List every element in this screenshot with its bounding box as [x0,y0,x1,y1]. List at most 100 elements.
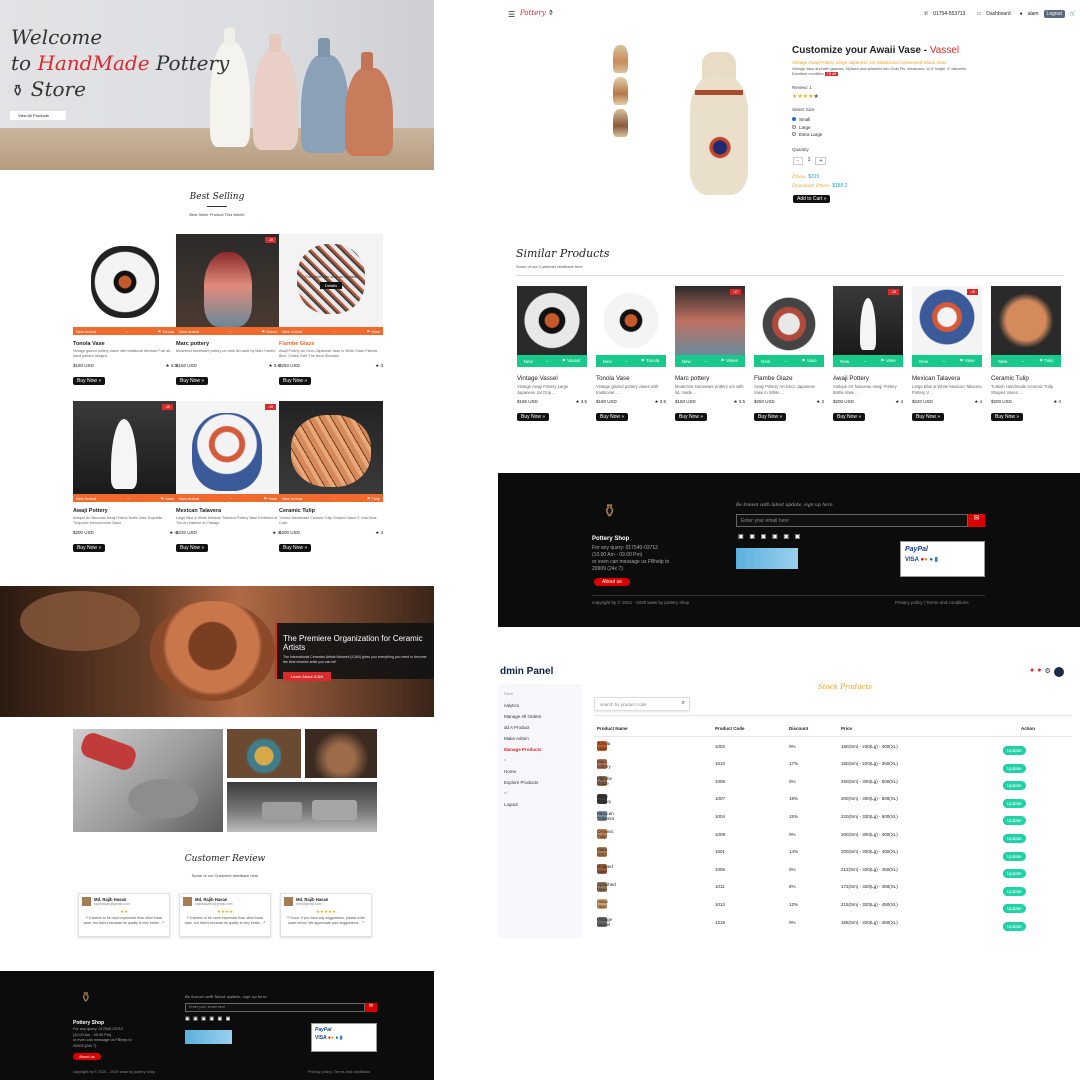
send-mail-icon[interactable]: ✉ [968,514,985,527]
buy-now-button[interactable]: Buy Now » [279,544,312,552]
update-button[interactable]: Update [1003,798,1026,808]
details-button[interactable]: Details [319,282,343,289]
update-button[interactable]: Update [1003,886,1026,896]
sidebar-item[interactable]: Manage Products [504,744,582,755]
avatar[interactable] [1053,667,1064,677]
buy-now-button[interactable]: Buy Now » [279,377,312,385]
product-name[interactable]: Tonola Vase [596,375,666,382]
product-image[interactable]: -18 [833,286,903,355]
about-us-button[interactable]: About us [594,578,630,586]
product-image[interactable]: -15 [73,401,177,494]
sidebar-item[interactable]: Home [504,766,582,777]
category-tag[interactable]: ⚑ Vases [721,358,738,364]
decrease-button[interactable]: - [793,157,803,165]
product-card[interactable]: -15 New Arrival − ⚑ Vase Mexican Talavera Lar… [176,401,280,554]
size-option[interactable]: Small [792,116,822,124]
thumbnail-2[interactable] [613,77,628,105]
product-card[interactable]: For more info click on Details Details New… [279,234,383,387]
update-button[interactable]: Update [1003,746,1026,755]
product-name[interactable]: Tonola Vase [73,341,177,347]
product-name[interactable]: Mexican Talavera [176,508,280,514]
product-card[interactable]: New Arrival − ⚑ Tonola Tonola Vase Vintage g… [73,234,177,387]
cart-icon[interactable]: 🛒 [1070,11,1076,17]
social-icons[interactable]: ▣ ▣ ▣ ▣ ▣ ▣ [185,1016,231,1022]
category-tag[interactable]: ⚑ Vases [261,329,277,334]
category-tag[interactable]: ⚑ Vase [263,496,277,501]
category-tag[interactable]: ⚑ Tulip [367,496,380,501]
category-tag[interactable]: ⚑ Vase [960,358,975,364]
footer-links[interactable]: Privacy policy | Terms and conditions [895,600,969,605]
buy-now-button[interactable]: Buy Now » [596,413,629,421]
buy-now-button[interactable]: Buy Now » [754,413,787,421]
product-image[interactable]: -15 [912,286,982,355]
thumbnail-1[interactable] [613,45,628,73]
buy-now-button[interactable]: Buy Now » [73,544,106,552]
add-to-cart-button[interactable]: Add to Cart » [793,195,831,203]
product-image[interactable] [991,286,1061,355]
size-option[interactable]: Large [792,124,822,132]
buy-now-button[interactable]: Buy Now » [176,377,209,385]
buy-now-button[interactable]: Buy Now » [517,413,550,421]
category-tag[interactable]: ⚑ Vase [160,496,174,501]
footer-links[interactable]: Privacy policy | Terms and conditions [308,1070,370,1074]
nav-dashboard[interactable]: Dashboard [986,11,1010,17]
similar-product-card[interactable]: -18 New − ⚑ Vase Awaji Pottery Antique Art No… [833,286,903,423]
product-name[interactable]: Mexican Talavera [912,375,982,382]
update-button[interactable]: Update [1003,851,1026,861]
product-name[interactable]: Ceramic Tulip [279,508,383,514]
product-name[interactable]: Flambe Glaze [279,341,383,347]
radio-selected-icon[interactable] [792,117,796,121]
product-name[interactable]: Ceramic Tulip [991,375,1061,382]
category-tag[interactable]: ⚑ Tulip [1039,358,1054,364]
buy-now-button[interactable]: Buy Now » [912,413,945,421]
update-button[interactable]: Update [1003,904,1026,914]
product-image[interactable] [279,401,383,494]
buy-now-button[interactable]: Buy Now » [176,544,209,552]
product-image[interactable] [754,286,824,355]
buy-now-button[interactable]: Buy Now » [73,377,106,385]
category-tag[interactable]: ⚑ Vase [366,329,380,334]
sidebar-item[interactable]: Explore Products [504,777,582,788]
product-name[interactable]: Flambe Glaze [754,375,824,382]
brand-logo[interactable]: Pottery ⚱ [520,9,554,17]
buy-now-button[interactable]: Buy Now » [675,413,708,421]
update-button[interactable]: Update [1003,816,1026,826]
category-tag[interactable]: ⚑ Vase [881,358,896,364]
notification-icon[interactable]: ● [1030,667,1034,677]
quantity-value[interactable]: 1 [805,157,814,165]
product-name[interactable]: Awaji Pottery [833,375,903,382]
product-card[interactable]: New Arrival − ⚑ Tulip Ceramic Tulip Turkish … [279,401,383,554]
social-icons[interactable]: ▣ ▣ ▣ ▣ ▣ ▣ [738,533,802,540]
product-image[interactable]: -15 [176,401,280,494]
product-image[interactable]: For more info click on Details Details [279,234,383,327]
category-tag[interactable]: ⚑ Tonola [158,329,174,334]
search-icon[interactable]: ⌕ [682,700,685,707]
similar-product-card[interactable]: New − ⚑ Tonola Tonola Vase Vintage glazed po… [596,286,666,423]
sidebar-item[interactable]: Make Admin [504,733,582,744]
buy-now-button[interactable]: Buy Now » [991,413,1024,421]
message-icon[interactable]: ● [1037,667,1041,677]
footer-email-input[interactable]: Enter your email here [185,1003,365,1012]
nav-user[interactable]: alam [1028,11,1039,17]
sidebar-item[interactable]: Logout [504,799,582,810]
radio-icon[interactable] [792,124,796,129]
product-image[interactable] [517,286,587,355]
quantity-stepper[interactable]: - 1 + [793,157,827,165]
product-name[interactable]: Marc pottery [675,375,745,382]
buy-now-button[interactable]: Buy Now » [833,413,866,421]
hamburger-menu-icon[interactable]: ☰ [508,10,515,19]
learn-about-ican-button[interactable]: Learn About ICAN [283,672,332,681]
footer-email-input[interactable]: Enter your email here [736,514,968,527]
product-name[interactable]: Awaji Pottery [73,508,177,514]
update-button[interactable]: Update [1003,781,1026,791]
similar-product-card[interactable]: New − ⚑ Vassel Vintage Vassel Vintage Awaji … [517,286,587,423]
sidebar-item[interactable]: Manage All Orders [504,711,582,722]
sidebar-item[interactable]: dd A Product [504,722,582,733]
similar-product-card[interactable]: -15 New − ⚑ Vase Mexican Talavera Large Blue … [912,286,982,423]
increase-button[interactable]: + [815,157,827,165]
product-image[interactable]: -15 [176,234,280,327]
product-card[interactable]: -15 New Arrival − ⚑ Vase Awaji Pottery Antiqu… [73,401,177,554]
radio-icon[interactable] [792,132,796,136]
logout-button[interactable]: Logout [1043,10,1065,18]
update-button[interactable]: Update [1003,763,1026,773]
